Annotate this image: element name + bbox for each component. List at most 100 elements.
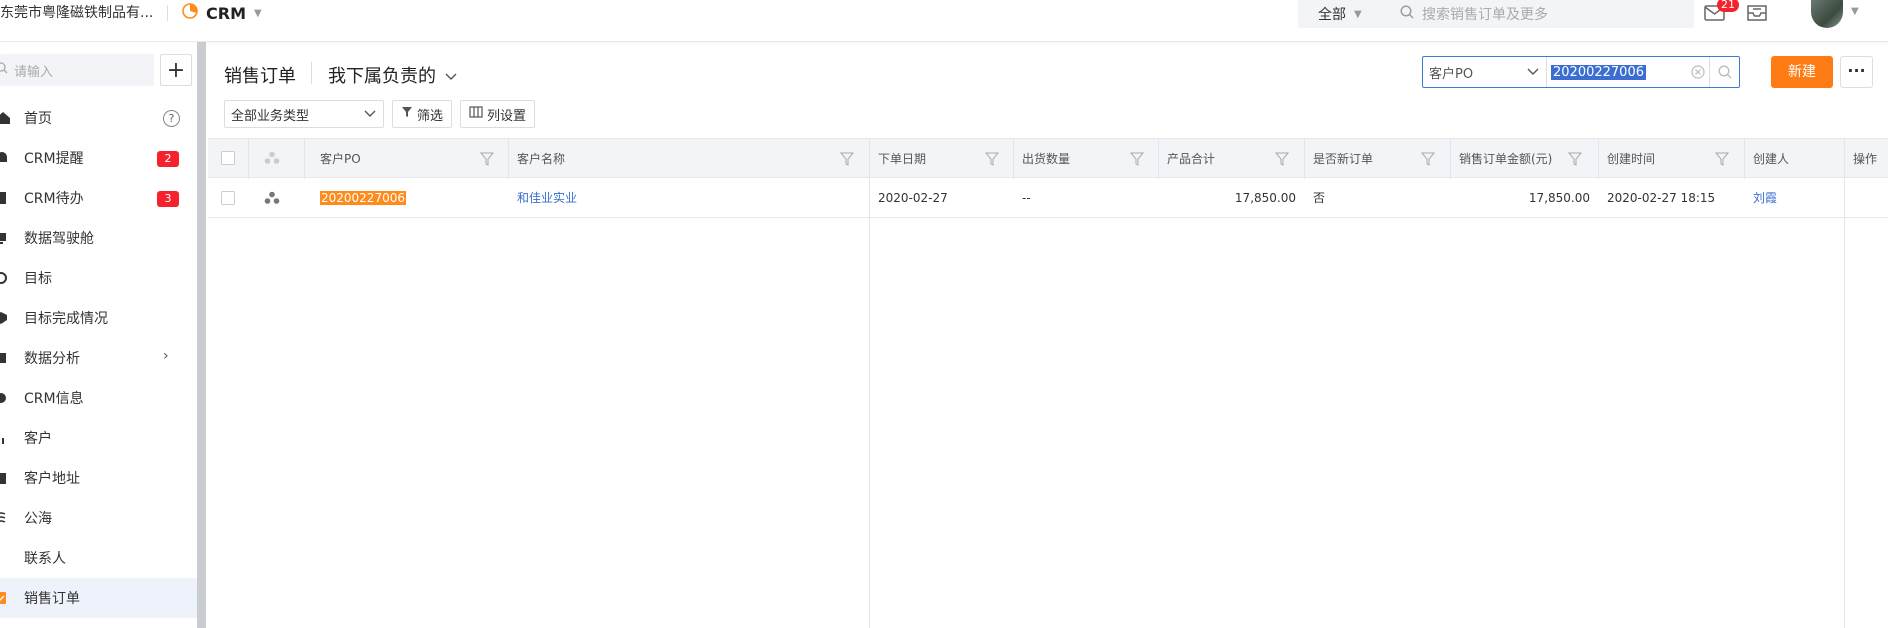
sidebar-item-crm-info[interactable]: CRM信息	[0, 378, 197, 418]
select-all-checkbox[interactable]	[208, 139, 248, 177]
sidebar-item-label: 销售订单	[24, 591, 80, 607]
sidebar-item-public-sea[interactable]: 公海	[0, 498, 197, 538]
sidebar-item-crm-todo[interactable]: CRM待办 3	[0, 178, 197, 218]
company-name[interactable]: 东莞市粤隆磁铁制品有...	[0, 0, 153, 26]
row-group-icon[interactable]	[248, 178, 296, 217]
help-icon[interactable]: ?	[163, 110, 180, 127]
search-field-select[interactable]: 客户PO	[1423, 57, 1547, 87]
cell-customer-name[interactable]: 和佳业实业	[509, 178, 859, 217]
message-badge: 21	[1717, 0, 1739, 12]
columns-label: 列设置	[487, 108, 527, 124]
global-search-placeholder: 搜索销售订单及更多	[1422, 7, 1548, 23]
app-name: CRM	[206, 3, 246, 23]
sidebar-item-label: CRM信息	[24, 391, 84, 407]
sidebar-search-input[interactable]: 请输入	[0, 54, 154, 86]
cell-customer-po[interactable]: 20200227006	[312, 178, 502, 217]
filter-label: 筛选	[417, 108, 444, 124]
po-highlight: 20200227006	[320, 190, 406, 205]
search-value: 20200227006	[1551, 64, 1646, 80]
view-selector[interactable]: 我下属负责的	[328, 62, 458, 88]
sidebar-item-label: 目标完成情况	[24, 311, 108, 327]
sidebar-item-customer-address[interactable]: 客户地址	[0, 458, 197, 498]
analysis-icon	[0, 351, 14, 365]
sidebar-nav: 首页 ? CRM提醒 2 CRM待办 3 数据驾驶舱 目标 目标完成情况 数据分…	[0, 98, 197, 618]
sidebar-item-label: 客户地址	[24, 471, 80, 487]
add-menu-button[interactable]: +	[160, 54, 192, 86]
cell-is-new: 否	[1313, 191, 1326, 205]
search-icon[interactable]	[1709, 57, 1739, 87]
customer-link[interactable]: 和佳业实业	[517, 189, 577, 206]
reminder-badge: 2	[157, 151, 179, 167]
filter-icon	[401, 106, 413, 122]
group-icon	[248, 139, 296, 177]
sidebar-item-target-progress[interactable]: 目标完成情况	[0, 298, 197, 338]
cell-ship-qty: --	[1022, 190, 1031, 205]
clear-icon[interactable]	[1687, 57, 1709, 87]
global-search-input[interactable]: 搜索销售订单及更多	[1380, 4, 1694, 24]
page-title: 销售订单	[224, 66, 296, 87]
chevron-down-icon: ▼	[253, 7, 262, 19]
business-type-select[interactable]: 全部业务类型	[224, 100, 384, 128]
sidebar-item-sales-order[interactable]: 销售订单	[0, 578, 197, 618]
dashboard-icon	[0, 231, 14, 245]
filter-icon[interactable]	[1714, 152, 1878, 170]
topbar-divider	[167, 5, 168, 21]
avatar[interactable]	[1811, 0, 1843, 28]
header-customer-po[interactable]: 客户PO	[312, 139, 467, 177]
sidebar-item-label: 数据驾驶舱	[24, 231, 94, 247]
chevron-down-icon	[363, 107, 377, 122]
sidebar-item-dashboard[interactable]: 数据驾驶舱	[0, 218, 197, 258]
chevron-down-icon[interactable]: ▼	[1851, 6, 1859, 17]
more-button[interactable]: ···	[1840, 56, 1873, 88]
search-icon	[0, 62, 8, 78]
search-field-type: 客户PO	[1429, 66, 1474, 82]
sidebar-item-label: CRM待办	[24, 191, 84, 207]
list-toolbar: 全部业务类型 筛选 列设置	[224, 100, 536, 128]
sidebar-item-crm-reminder[interactable]: CRM提醒 2	[0, 138, 197, 178]
new-button[interactable]: 新建	[1771, 56, 1833, 88]
order-icon	[0, 591, 14, 605]
contact-icon	[0, 551, 14, 565]
customer-icon	[0, 431, 14, 445]
table-header: 客户PO 客户名称 下单日期 出货数量 产品合计 是否新订单 销售订单金额(元)…	[208, 138, 1888, 179]
table-row[interactable]: 20200227006 和佳业实业 2020-02-27 -- 17,850.0…	[208, 178, 1888, 218]
search-input[interactable]: 20200227006	[1547, 57, 1687, 87]
sidebar-item-home[interactable]: 首页 ?	[0, 98, 197, 138]
crm-logo-icon	[182, 3, 198, 23]
filter-button[interactable]: 筛选	[392, 100, 453, 128]
sidebar-scrollbar[interactable]	[197, 42, 206, 628]
search-scope-select[interactable]: 全部 ▼	[1298, 4, 1380, 24]
sidebar-item-customer[interactable]: 客户	[0, 418, 197, 458]
row-checkbox[interactable]	[208, 178, 248, 217]
sidebar-item-label: 数据分析	[24, 351, 80, 367]
chevron-down-icon: ▼	[1354, 8, 1362, 20]
sidebar-item-data-analysis[interactable]: 数据分析 ›	[0, 338, 197, 378]
sidebar-item-label: 公海	[24, 511, 52, 527]
main-content: 销售订单 我下属负责的 客户PO 20200227006 新建 ··· 全部业务…	[208, 42, 1888, 628]
inbox-icon[interactable]	[1745, 2, 1769, 24]
creator-link[interactable]: 刘霞	[1753, 189, 1777, 206]
chevron-right-icon: ›	[163, 348, 169, 364]
chevron-down-icon	[444, 65, 458, 86]
cell-order-date: 2020-02-27	[878, 190, 948, 205]
sidebar-item-label: 首页	[24, 111, 52, 127]
app-switcher[interactable]: CRM ▼	[182, 0, 262, 26]
sidebar-item-contacts[interactable]: 联系人	[0, 538, 197, 578]
sidebar-item-label: CRM提醒	[24, 151, 84, 167]
sidebar-item-label: 客户	[24, 431, 52, 447]
target-check-icon	[0, 311, 14, 325]
cell-amount: 17,850.00	[1528, 190, 1590, 205]
bell-icon	[0, 151, 14, 165]
record-search[interactable]: 客户PO 20200227006	[1422, 56, 1740, 88]
sidebar-item-target[interactable]: 目标	[0, 258, 197, 298]
top-bar: 东莞市粤隆磁铁制品有... CRM ▼ 全部 ▼ 搜索销售订单及更多 21 ▼	[0, 0, 1888, 42]
todo-badge: 3	[157, 191, 179, 207]
cell-creator[interactable]: 刘霞	[1745, 178, 1840, 217]
business-type-label: 全部业务类型	[231, 108, 310, 124]
search-icon	[1400, 5, 1414, 23]
home-icon	[0, 111, 14, 125]
global-search[interactable]: 全部 ▼ 搜索销售订单及更多	[1298, 0, 1694, 28]
title-divider	[311, 62, 312, 84]
target-icon	[0, 271, 14, 285]
column-settings-button[interactable]: 列设置	[460, 100, 536, 128]
